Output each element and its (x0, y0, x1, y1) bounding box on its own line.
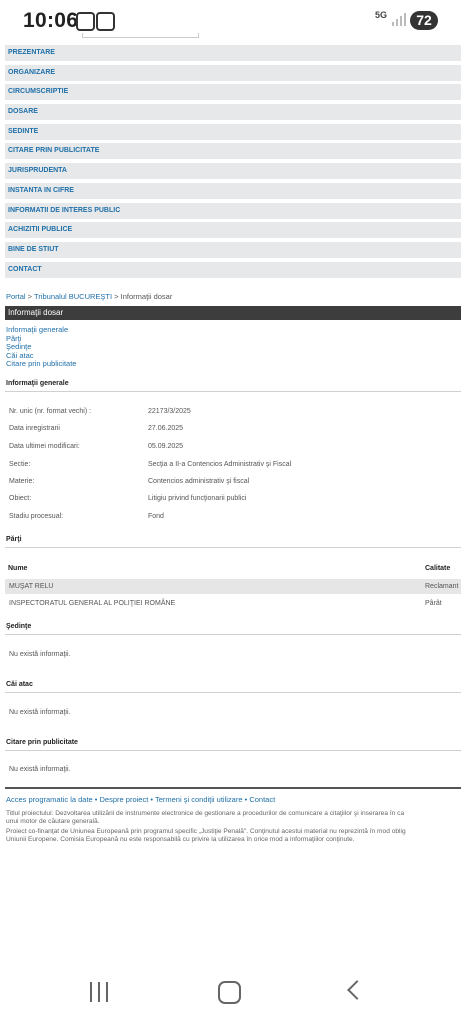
empty-message: Nu există informaţii. (9, 651, 71, 658)
network-type: 5G (375, 10, 388, 20)
breadcrumb-separator: > (112, 292, 121, 301)
table-row: MUŞAT RELU Reclamant (5, 579, 461, 594)
home-icon[interactable] (218, 981, 241, 1004)
table-row: INSPECTORATUL GENERAL AL POLIŢIEI ROMÂNE… (5, 596, 461, 611)
party-name: INSPECTORATUL GENERAL AL POLIŢIEI ROMÂNE (9, 600, 176, 607)
menu-item-sedinte[interactable]: SEDINTE (5, 123, 461, 140)
parti-table-header: Nume Calitate (5, 565, 461, 577)
menu-item-organizare[interactable]: ORGANIZARE (5, 64, 461, 81)
footer-link-despre[interactable]: Despre proiect (100, 795, 149, 804)
citare-heading: Citare prin publicitate (6, 739, 78, 746)
recent-apps-icon[interactable] (90, 982, 110, 1002)
footer-divider (5, 787, 461, 789)
info-value: 05.09.2025 (148, 443, 184, 450)
menu-item-jurisprudenta[interactable]: JURISPRUDENTA (5, 163, 461, 180)
party-role: Reclamant (425, 583, 459, 590)
cai-atac-heading: Căi atac (6, 681, 33, 688)
column-header-role: Calitate (425, 565, 451, 572)
breadcrumb-separator: > (25, 292, 35, 301)
back-icon[interactable] (347, 980, 367, 1000)
column-header-name: Nume (8, 565, 28, 572)
info-label: Obiect: (9, 495, 32, 502)
section-title: Informaţii dosar (5, 306, 461, 320)
divider (5, 634, 461, 635)
footer-link-contact[interactable]: Contact (249, 795, 275, 804)
footer-links: Acces programatic la date • Despre proie… (6, 795, 275, 804)
battery-indicator: 72 (410, 11, 438, 30)
menu-item-dosare[interactable]: DOSARE (5, 104, 461, 121)
info-label: Data inregistrarii (9, 425, 60, 432)
menu-item-contact[interactable]: CONTACT (5, 261, 461, 278)
info-label: Stadiu procesual: (9, 513, 64, 520)
info-label: Nr. unic (nr. format vechi) : (9, 408, 92, 415)
address-bar-edge (82, 33, 199, 38)
system-nav-bar (0, 960, 461, 1024)
footer-link-api[interactable]: Acces programatic la date (6, 795, 93, 804)
notification-icon (76, 12, 95, 31)
menu-item-achizitii[interactable]: ACHIZITII PUBLICE (5, 222, 461, 239)
divider (5, 692, 461, 693)
breadcrumb: Portal > Tribunalul BUCUREŞTI > Informaţ… (6, 292, 172, 301)
breadcrumb-current: Informaţii dosar (120, 292, 173, 301)
breadcrumb-portal[interactable]: Portal (6, 292, 26, 301)
info-value: 27.06.2025 (148, 425, 184, 432)
signal-icon (392, 13, 406, 26)
screenshot-icon (96, 12, 115, 31)
menu-item-instanta-cifre[interactable]: INSTANTA IN CIFRE (5, 182, 461, 199)
anchor-citare[interactable]: Citare prin publicitate (6, 360, 76, 369)
status-time: 10:06 (23, 9, 79, 32)
info-value: Secţia a II-a Contencios Administrativ ş… (148, 461, 292, 468)
footer-text-line: Proiect co-finanţat de Uniunea Europeană… (6, 828, 406, 835)
info-label: Sectie: (9, 461, 31, 468)
footer-separator: • (148, 795, 155, 804)
info-label: Materie: (9, 478, 35, 485)
section-anchors: Informaţii generale Părţi Şedinţe Căi at… (6, 325, 76, 369)
general-heading: Informaţii generale (6, 380, 69, 387)
party-name: MUŞAT RELU (9, 583, 54, 590)
empty-message: Nu există informaţii. (9, 766, 71, 773)
info-value: 22173/3/2025 (148, 408, 191, 415)
sedinte-heading: Şedinţe (6, 623, 32, 630)
info-value: Contencios administrativ şi fiscal (148, 478, 250, 485)
menu-item-circumscriptie[interactable]: CIRCUMSCRIPTIE (5, 84, 461, 101)
info-value: Fond (148, 513, 164, 520)
breadcrumb-court[interactable]: Tribunalul BUCUREŞTI (34, 292, 112, 301)
footer-separator: • (92, 795, 100, 804)
parti-heading: Părţi (6, 536, 22, 543)
divider (5, 391, 461, 392)
divider (5, 547, 461, 548)
info-label: Data ultimei modificari: (9, 443, 80, 450)
empty-message: Nu există informaţii. (9, 709, 71, 716)
main-menu: PREZENTARE ORGANIZARE CIRCUMSCRIPTIE DOS… (5, 45, 461, 281)
info-value: Litigiu privind funcţionarii publici (148, 495, 247, 502)
menu-item-prezentare[interactable]: PREZENTARE (5, 45, 461, 61)
menu-item-citare[interactable]: CITARE PRIN PUBLICITATE (5, 143, 461, 160)
footer-text-line: Uniunii Europene. Comisia Europeană nu e… (6, 836, 355, 843)
status-bar: 10:06 5G 72 (0, 0, 461, 40)
menu-item-bine-de-stiut[interactable]: BINE DE STIUT (5, 241, 461, 258)
footer-link-termeni[interactable]: Termeni şi condiţii utilizare (155, 795, 243, 804)
menu-item-interes-public[interactable]: INFORMATII DE INTERES PUBLIC (5, 202, 461, 219)
divider (5, 750, 461, 751)
party-role: Pârât (425, 600, 442, 607)
footer-text-line: unui motor de căutare generală. (6, 818, 100, 825)
footer-text-line: Titlul proiectului: Dezvoltarea utilizăr… (6, 810, 405, 817)
